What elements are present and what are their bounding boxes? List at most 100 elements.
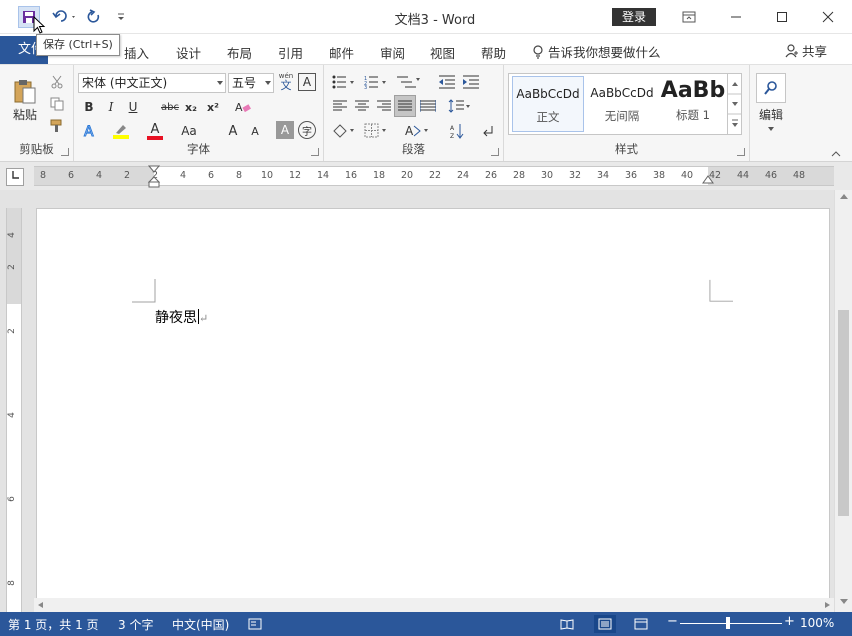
ruler-tick-label: 2 xyxy=(123,170,131,181)
vertical-ruler[interactable]: 4 2 2 4 6 8 xyxy=(6,208,22,612)
tab-insert[interactable]: 插入 xyxy=(124,43,149,62)
zoom-out-button[interactable]: − xyxy=(667,614,678,629)
superscript-button[interactable]: x² xyxy=(204,97,222,117)
font-launcher[interactable] xyxy=(311,148,319,156)
subscript-button[interactable]: x₂ xyxy=(182,97,200,117)
scroll-up-icon[interactable] xyxy=(839,192,849,200)
align-center-button[interactable] xyxy=(352,97,372,115)
ruler-tick-label: 18 xyxy=(372,170,386,181)
tell-me-search[interactable]: 告诉我你想要做什么 xyxy=(532,42,661,61)
undo-button[interactable] xyxy=(50,6,80,28)
zoom-level[interactable]: 100% xyxy=(800,616,834,630)
numbering-button[interactable]: 1 2 3 xyxy=(362,73,390,91)
tab-design[interactable]: 设计 xyxy=(176,43,201,62)
style-heading-1[interactable]: AaBb 标题 1 xyxy=(660,76,726,132)
page-count[interactable]: 第 1 页，共 1 页 xyxy=(8,616,99,633)
character-border-button[interactable]: A xyxy=(298,73,316,91)
strikethrough-button[interactable]: abc xyxy=(158,97,182,117)
character-border-letter: A xyxy=(302,75,312,89)
show-marks-button[interactable] xyxy=(478,121,498,141)
editing-label[interactable]: 编辑 xyxy=(756,107,786,122)
underline-button[interactable]: U xyxy=(124,97,142,117)
paste-button[interactable]: 粘贴 xyxy=(8,73,42,127)
zoom-in-button[interactable]: + xyxy=(784,614,795,629)
minimize-button[interactable] xyxy=(718,4,754,30)
close-button[interactable] xyxy=(810,4,846,30)
scroll-right-icon[interactable] xyxy=(824,601,832,609)
enclose-characters-button[interactable]: 字 xyxy=(298,121,316,139)
collapse-ribbon-button[interactable] xyxy=(830,149,842,159)
find-button[interactable] xyxy=(756,73,786,103)
word-count[interactable]: 3 个字 xyxy=(118,616,153,633)
clear-formatting-button[interactable]: A xyxy=(234,97,252,117)
bold-button[interactable]: B xyxy=(80,97,98,117)
maximize-button[interactable] xyxy=(764,4,800,30)
multilevel-list-button[interactable] xyxy=(394,73,424,91)
clipboard-launcher[interactable] xyxy=(61,148,69,156)
scroll-down-icon[interactable] xyxy=(839,598,849,606)
borders-button[interactable] xyxy=(362,121,390,141)
customize-toolbar-button[interactable] xyxy=(114,6,128,28)
font-name-combo[interactable]: 宋体 (中文正文) xyxy=(78,73,226,93)
distributed-button[interactable] xyxy=(418,97,438,115)
decrease-indent-button[interactable] xyxy=(436,73,458,91)
horizontal-ruler[interactable]: 8 6 4 2 2 4 6 8 10 12 14 16 18 20 22 24 26 28 30 32 34 36 38 40… xyxy=(34,165,834,189)
tab-view[interactable]: 视图 xyxy=(430,43,455,62)
print-layout-button[interactable] xyxy=(594,615,616,633)
align-right-button[interactable] xyxy=(374,97,394,115)
vertical-scrollbar[interactable] xyxy=(834,190,852,612)
read-mode-button[interactable] xyxy=(556,615,578,633)
proofing-button[interactable] xyxy=(244,615,266,633)
tab-mailings[interactable]: 邮件 xyxy=(329,43,354,62)
change-case-button[interactable]: Aa xyxy=(178,121,200,141)
grow-font-button[interactable]: A xyxy=(224,121,242,141)
sort-button[interactable]: A Z xyxy=(446,121,468,141)
tab-help[interactable]: 帮助 xyxy=(481,43,506,62)
share-button[interactable]: 共享 xyxy=(785,41,827,60)
style-no-spacing[interactable]: AaBbCcDd 无间隔 xyxy=(586,76,658,132)
highlight-button[interactable] xyxy=(110,121,132,141)
line-spacing-button[interactable] xyxy=(446,97,474,115)
tab-review[interactable]: 审阅 xyxy=(380,43,405,62)
cut-button[interactable] xyxy=(48,73,66,91)
zoom-slider-track[interactable] xyxy=(680,623,782,624)
scroll-left-icon[interactable] xyxy=(36,601,44,609)
shrink-font-button[interactable]: A xyxy=(246,121,264,141)
italic-button[interactable]: I xyxy=(102,97,120,117)
language-indicator[interactable]: 中文(中国) xyxy=(172,616,229,633)
bullets-button[interactable] xyxy=(330,73,358,91)
editing-dropdown[interactable] xyxy=(766,125,776,133)
shading-button[interactable] xyxy=(330,121,358,141)
web-layout-button[interactable] xyxy=(630,615,652,633)
format-painter-button[interactable] xyxy=(48,117,66,135)
styles-launcher[interactable] xyxy=(737,148,745,156)
ribbon-display-button[interactable] xyxy=(671,4,707,30)
redo-button[interactable] xyxy=(84,6,104,28)
justify-button[interactable] xyxy=(394,95,416,117)
font-size-combo[interactable]: 五号 xyxy=(228,73,274,93)
styles-gallery-scroll[interactable] xyxy=(727,74,742,134)
svg-text:A: A xyxy=(84,124,94,139)
indent-markers-icon[interactable] xyxy=(148,165,160,189)
style-normal[interactable]: AaBbCcDd 正文 xyxy=(512,76,584,132)
tab-selector[interactable] xyxy=(6,168,24,186)
vertical-scroll-thumb[interactable] xyxy=(838,310,849,516)
right-indent-marker-icon[interactable] xyxy=(702,175,714,187)
phonetic-guide-button[interactable]: wén 文 xyxy=(276,71,296,93)
login-button[interactable]: 登录 xyxy=(612,8,656,26)
increase-indent-button[interactable] xyxy=(460,73,482,91)
character-shading-button[interactable]: A xyxy=(276,121,294,139)
paragraph-launcher[interactable] xyxy=(491,148,499,156)
tab-layout[interactable]: 布局 xyxy=(227,43,252,62)
text-effects-button[interactable]: A xyxy=(80,121,102,141)
copy-button[interactable] xyxy=(48,95,66,113)
ruler-tick-label: 46 xyxy=(764,170,778,181)
tab-references[interactable]: 引用 xyxy=(278,43,303,62)
chinese-layout-button[interactable]: A xyxy=(402,121,432,141)
align-left-button[interactable] xyxy=(330,97,350,115)
horizontal-scrollbar[interactable] xyxy=(34,598,834,612)
document-page[interactable]: 静夜思 ↵ xyxy=(36,208,830,612)
font-color-button[interactable]: A xyxy=(144,121,166,141)
zoom-slider-thumb[interactable] xyxy=(726,617,730,629)
document-body-text[interactable]: 静夜思 ↵ xyxy=(155,307,208,327)
